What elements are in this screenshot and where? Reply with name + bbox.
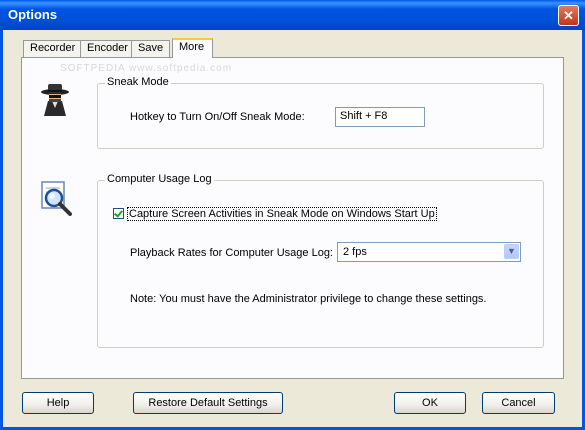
magnifier-document-icon xyxy=(38,180,74,216)
hotkey-value: Shift + F8 xyxy=(340,110,388,122)
spy-icon xyxy=(38,82,72,116)
chevron-down-icon[interactable]: ▼ xyxy=(504,244,519,259)
tab-label: More xyxy=(179,41,205,53)
usage-log-group-label: Computer Usage Log xyxy=(105,173,214,185)
tab-label: Save xyxy=(138,42,164,54)
restore-defaults-button[interactable]: Restore Default Settings xyxy=(133,392,283,414)
playback-rate-label: Playback Rates for Computer Usage Log: xyxy=(130,247,333,259)
ok-button[interactable]: OK xyxy=(394,392,466,414)
title-bar: Options ✕ xyxy=(0,0,585,30)
capture-checkbox-label[interactable]: Capture Screen Activities in Sneak Mode … xyxy=(127,207,437,221)
admin-note: Note: You must have the Administrator pr… xyxy=(130,293,487,305)
window-title: Options xyxy=(8,7,58,22)
tab-recorder[interactable]: Recorder xyxy=(23,40,83,57)
capture-checkbox[interactable] xyxy=(113,208,124,219)
help-button[interactable]: Help xyxy=(22,392,94,414)
tab-encoder[interactable]: Encoder xyxy=(80,40,135,57)
usage-log-group: Computer Usage Log xyxy=(97,173,544,348)
playback-rate-value: 2 fps xyxy=(343,246,367,258)
hotkey-input[interactable]: Shift + F8 xyxy=(335,107,425,127)
tab-save[interactable]: Save xyxy=(131,40,171,57)
sneak-mode-group-label: Sneak Mode xyxy=(105,76,171,88)
hotkey-label: Hotkey to Turn On/Off Sneak Mode: xyxy=(130,111,305,123)
playback-rate-select[interactable]: 2 fps ▼ xyxy=(337,242,521,262)
tab-label: Recorder xyxy=(30,42,76,54)
tab-label: Encoder xyxy=(87,42,128,54)
cancel-button[interactable]: Cancel xyxy=(482,392,555,414)
tab-more[interactable]: More xyxy=(172,38,213,58)
close-icon: ✕ xyxy=(563,8,574,23)
watermark: SOFTPEDIA www.softpedia.com xyxy=(60,63,233,74)
close-button[interactable]: ✕ xyxy=(558,5,579,26)
